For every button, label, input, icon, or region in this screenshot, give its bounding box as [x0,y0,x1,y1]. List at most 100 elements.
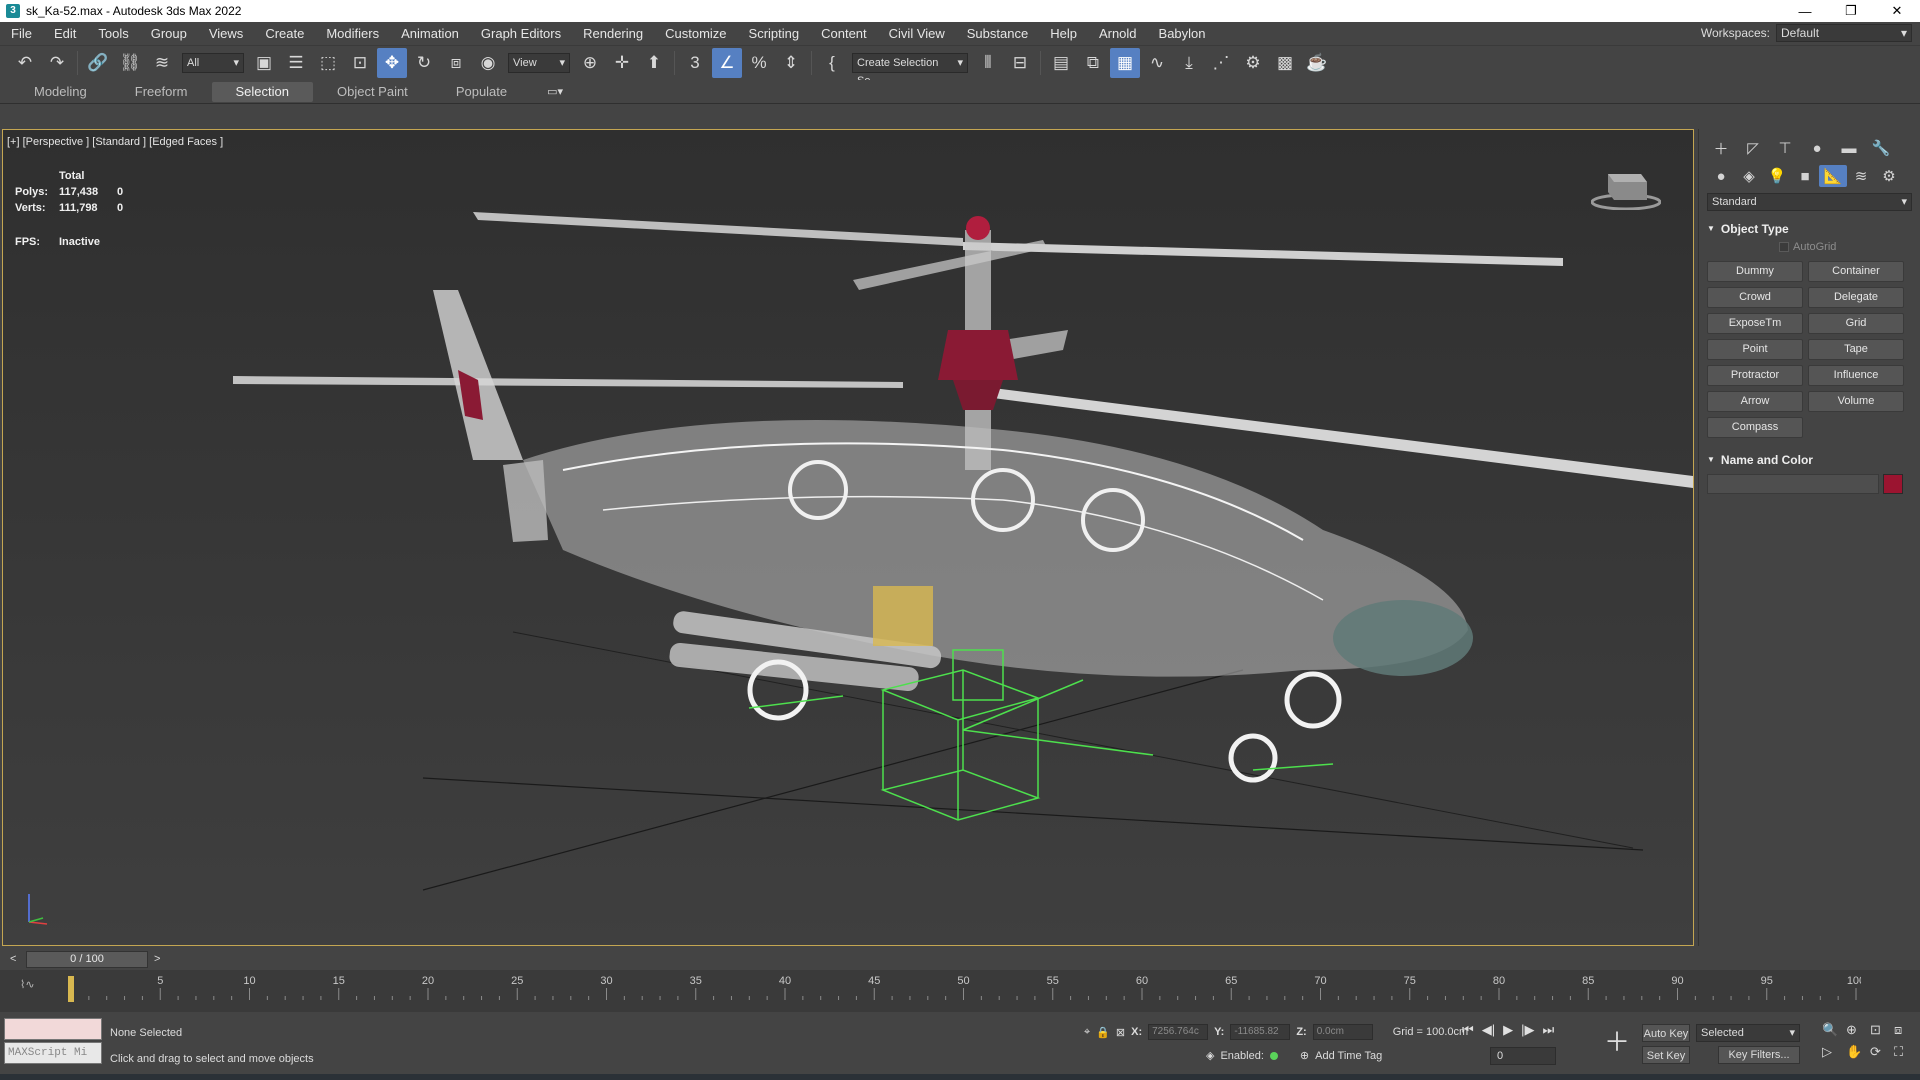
schematic-view-icon[interactable]: ⤓ [1174,48,1204,78]
angle-snap-icon[interactable]: ∠ [712,48,742,78]
isolate-selection-icon[interactable]: ⌖ [1084,1026,1090,1039]
select-and-place-icon[interactable]: ◉ [473,48,503,78]
current-frame-marker[interactable] [68,976,74,1002]
key-filters-button[interactable]: Key Filters... [1718,1046,1800,1064]
menu-substance[interactable]: Substance [956,26,1039,41]
menu-content[interactable]: Content [810,26,878,41]
menu-customize[interactable]: Customize [654,26,737,41]
object-color-swatch[interactable] [1883,474,1903,494]
play-icon[interactable]: ▶ [1503,1022,1513,1038]
mini-curve-editor-icon[interactable]: ⌇∿ [20,978,35,991]
tab-populate[interactable]: Populate [432,82,531,102]
tab-freeform[interactable]: Freeform [111,82,212,102]
menu-civil-view[interactable]: Civil View [878,26,956,41]
manipulate-icon[interactable]: ✛ [607,48,637,78]
influence-button[interactable]: Influence [1808,365,1904,386]
arrow-button[interactable]: Arrow [1707,391,1803,412]
maxscript-mini-listener[interactable]: MAXScript Mi [4,1042,102,1064]
go-to-start-icon[interactable]: ⏮ [1462,1022,1474,1038]
keyboard-shortcut-override-icon[interactable]: ⬆ [639,48,669,78]
percent-snap-icon[interactable]: % [744,48,774,78]
protractor-button[interactable]: Protractor [1707,365,1803,386]
previous-frame-icon[interactable]: ◀| [1482,1022,1495,1038]
key-selection-dropdown[interactable]: Selected [1696,1024,1800,1042]
snaps-toggle-icon[interactable]: 3 [680,48,710,78]
helpers-icon[interactable]: 📐 [1819,165,1847,187]
selection-lock-icon[interactable]: 🔒 [1096,1026,1110,1039]
object-type-header[interactable]: ▼ Object Type [1707,219,1912,239]
menu-help[interactable]: Help [1039,26,1088,41]
menu-file[interactable]: File [0,26,43,41]
render-production-icon[interactable]: ☕ [1302,48,1332,78]
pivot-center-icon[interactable]: ⊕ [575,48,605,78]
bind-space-warp-icon[interactable]: ≋ [147,48,177,78]
viewcube-icon[interactable] [1591,166,1661,210]
adaptive-degradation-icon[interactable]: ◈ [1206,1049,1214,1062]
rect-selection-region-icon[interactable]: ⬚ [313,48,343,78]
ribbon-toggle-icon[interactable]: ▦ [1110,48,1140,78]
ribbon-options-icon[interactable]: ▭▾ [547,85,563,98]
select-and-move-icon[interactable]: ✥ [377,48,407,78]
hierarchy-tab-icon[interactable]: ⊤ [1771,137,1799,159]
zoom-extents-icon[interactable]: ⊡ [1870,1022,1892,1038]
tab-object-paint[interactable]: Object Paint [313,82,432,102]
time-slider-thumb[interactable]: 0 / 100 [26,951,148,968]
select-object-icon[interactable]: ▣ [249,48,279,78]
orbit-icon[interactable]: ⟳ [1870,1044,1892,1060]
go-to-end-icon[interactable]: ⏭ [1542,1022,1554,1038]
track-bar[interactable]: ⌇∿ 0510152025303540455055606570758085909… [0,970,1920,1012]
menu-views[interactable]: Views [198,26,254,41]
display-tab-icon[interactable]: ▬ [1835,137,1863,159]
menu-modifiers[interactable]: Modifiers [315,26,390,41]
point-button[interactable]: Point [1707,339,1803,360]
restore-icon[interactable]: ❐ [1828,0,1874,22]
add-time-tag[interactable]: Add Time Tag [1315,1050,1382,1062]
close-icon[interactable]: ✕ [1874,0,1920,22]
autogrid-checkbox[interactable] [1779,242,1789,252]
undo-icon[interactable]: ↶ [10,48,40,78]
exposetm-button[interactable]: ExposeTm [1707,313,1803,334]
create-tab-icon[interactable]: ＋ [1707,137,1735,159]
named-selection-set-dropdown[interactable]: Create Selection Se [852,53,968,87]
tab-modeling[interactable]: Modeling [10,82,111,102]
time-tag-icon[interactable]: ⊕ [1300,1049,1309,1062]
set-key-button[interactable]: Set Key [1642,1046,1690,1064]
crowd-button[interactable]: Crowd [1707,287,1803,308]
align-icon[interactable]: ⊟ [1005,48,1035,78]
reference-coordinate-dropdown[interactable]: View [508,53,570,73]
minimize-icon[interactable]: — [1782,0,1828,22]
set-keys-icon[interactable]: ＋ [1600,1020,1634,1060]
menu-babylon[interactable]: Babylon [1148,26,1217,41]
autogrid-option[interactable]: AutoGrid [1779,241,1912,253]
curve-editor-icon[interactable]: ∿ [1142,48,1172,78]
menu-group[interactable]: Group [140,26,198,41]
select-and-rotate-icon[interactable]: ↻ [409,48,439,78]
time-prev-button[interactable]: < [10,953,16,965]
lights-icon[interactable]: 💡 [1763,165,1791,187]
maximize-viewport-icon[interactable]: ⛶ [1894,1044,1916,1060]
systems-icon[interactable]: ⚙ [1875,165,1903,187]
y-coordinate-field[interactable]: -11685.82 [1230,1024,1291,1040]
field-of-view-icon[interactable]: ▷ [1822,1044,1844,1060]
mirror-icon[interactable]: ⫴ [973,48,1003,78]
edit-named-selection-icon[interactable]: { [817,48,847,78]
viewport-label[interactable]: [+] [Perspective ] [Standard ] [Edged Fa… [7,136,223,148]
helper-category-dropdown[interactable]: Standard [1707,193,1912,211]
container-button[interactable]: Container [1808,261,1904,282]
modify-tab-icon[interactable]: ◸ [1739,137,1767,159]
render-setup-icon[interactable]: ⚙ [1238,48,1268,78]
auto-key-button[interactable]: Auto Key [1642,1024,1690,1042]
select-and-scale-icon[interactable]: ⧈ [441,48,471,78]
cameras-icon[interactable]: ■ [1791,165,1819,187]
selection-filter-dropdown[interactable]: All [182,53,244,73]
zoom-icon[interactable]: 🔍 [1822,1022,1844,1038]
maxscript-listener-output[interactable] [4,1018,102,1040]
tab-selection[interactable]: Selection [211,81,313,102]
menu-graph-editors[interactable]: Graph Editors [470,26,572,41]
next-frame-icon[interactable]: |▶ [1521,1022,1534,1038]
compass-button[interactable]: Compass [1707,417,1803,438]
time-next-button[interactable]: > [154,953,160,965]
volume-button[interactable]: Volume [1808,391,1904,412]
name-color-header[interactable]: ▼ Name and Color [1707,450,1912,470]
menu-arnold[interactable]: Arnold [1088,26,1148,41]
